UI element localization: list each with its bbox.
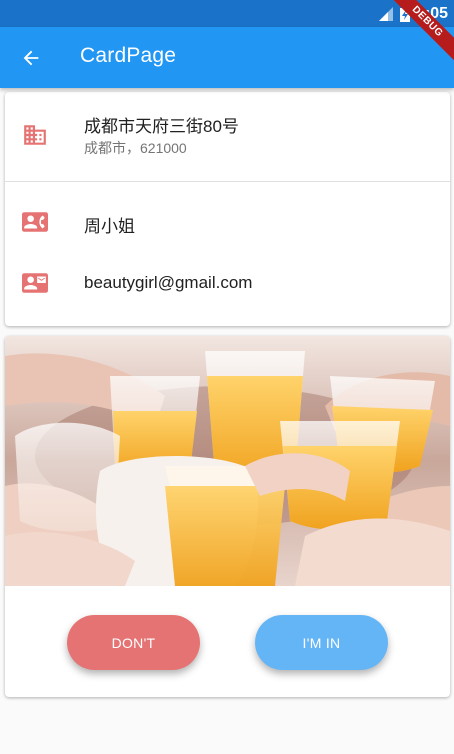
contact-name: 周小姐 xyxy=(84,217,135,236)
status-bar: 3:05 xyxy=(0,0,454,27)
photo-card: DON'T I'M IN xyxy=(5,336,450,697)
contact-card: 成都市天府三街80号 成都市，621000 周小姐 beautygirl@gma… xyxy=(5,92,450,326)
address-line2: 成都市，621000 xyxy=(84,140,187,156)
back-button[interactable] xyxy=(14,41,48,75)
contact-mail-icon xyxy=(22,273,48,293)
contact-phone-icon xyxy=(22,212,48,232)
im-in-button[interactable]: I'M IN xyxy=(255,615,388,670)
divider xyxy=(5,181,450,182)
dont-button[interactable]: DON'T xyxy=(67,615,200,670)
contact-email-row[interactable]: beautygirl@gmail.com xyxy=(5,253,450,313)
address-line1: 成都市天府三街80号 xyxy=(84,117,239,136)
arrow-back-icon xyxy=(23,50,39,66)
toast-photo-image xyxy=(5,336,450,586)
contact-name-row[interactable]: 周小姐 xyxy=(5,192,450,252)
app-bar: CardPage xyxy=(0,27,454,88)
location-city-icon xyxy=(24,125,46,145)
signal-icon xyxy=(378,7,393,21)
address-row[interactable]: 成都市天府三街80号 成都市，621000 xyxy=(5,92,450,181)
contact-email: beautygirl@gmail.com xyxy=(84,273,253,292)
page-title: CardPage xyxy=(80,44,177,67)
